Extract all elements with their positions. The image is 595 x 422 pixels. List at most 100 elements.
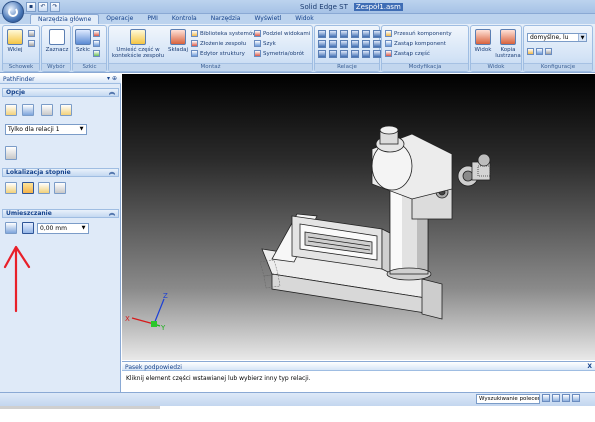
paste-button[interactable]: Wklej: [6, 29, 24, 53]
fixed-offset-button[interactable]: [5, 222, 17, 234]
undo-icon[interactable]: ↶: [38, 2, 48, 12]
dof-button-3[interactable]: [38, 182, 50, 194]
flip-button[interactable]: [5, 146, 17, 160]
replace-part-button[interactable]: Zastąp część: [385, 50, 430, 57]
dof-button-4[interactable]: [54, 182, 66, 194]
options-button-2[interactable]: [22, 104, 34, 116]
gear-icon[interactable]: [340, 40, 348, 48]
window-title: Solid Edge ST Zespół1.asm: [300, 3, 403, 11]
assemble-button[interactable]: Składaj: [167, 29, 189, 53]
assemble-label: Składaj: [168, 47, 188, 53]
fit-view-icon[interactable]: [552, 394, 560, 402]
axial-align-icon[interactable]: [340, 30, 348, 38]
chevron-down-icon: ▼: [578, 34, 586, 41]
relation-assistant-icon[interactable]: [373, 50, 381, 58]
group-modyfikacja: Przesuń komponenty Zastąp komponent Zast…: [381, 25, 469, 72]
column: [386, 183, 453, 281]
tab-widok[interactable]: Widok: [288, 14, 320, 24]
search-icon[interactable]: [542, 394, 550, 402]
group-label: Wybór: [42, 63, 70, 71]
paste-label: Wklej: [7, 47, 23, 53]
view-button[interactable]: Widok: [473, 29, 493, 53]
panel-title: PathFinder: [3, 76, 35, 83]
library-icon: [191, 30, 198, 37]
move-components-button[interactable]: Przesuń komponenty: [385, 30, 452, 37]
ground-icon[interactable]: [318, 50, 326, 58]
chevron-down-icon: ▼: [81, 225, 86, 231]
split-views-button[interactable]: Podziel widokami: [254, 30, 310, 37]
relations-grid: [318, 30, 382, 58]
group-label: Szkic: [73, 63, 106, 71]
redo-icon[interactable]: ↷: [50, 2, 60, 12]
select-label: Zaznacz: [45, 47, 69, 53]
pattern-label: Szyk: [263, 40, 276, 47]
options-button-4[interactable]: [60, 104, 72, 116]
command-search-input[interactable]: Wyszukiwanie poleceń: [476, 394, 540, 404]
dof-button-2[interactable]: [22, 182, 34, 194]
symmetry-label: Symetria/obrót: [263, 50, 305, 57]
manage-config-icon[interactable]: [536, 48, 543, 55]
tab-pmi[interactable]: PMI: [140, 14, 165, 24]
insert-icon[interactable]: [351, 30, 359, 38]
center-plane-icon[interactable]: [362, 40, 370, 48]
build-assembly-button[interactable]: Złożenie zespołu: [191, 40, 246, 47]
mirror-copy-button[interactable]: Kopia lustrzana: [495, 29, 521, 59]
parallel-icon[interactable]: [351, 40, 359, 48]
sketch-button[interactable]: Szkic: [75, 29, 91, 53]
select-button[interactable]: Zaznacz: [45, 29, 69, 53]
planar-align-icon[interactable]: [329, 30, 337, 38]
section-opcje-label: Opcje: [6, 89, 26, 96]
pin-icon[interactable]: ▾ ⊕: [107, 75, 117, 82]
delete-config-icon[interactable]: [545, 48, 552, 55]
application-menu-button[interactable]: [2, 1, 24, 23]
pattern-button[interactable]: Szyk: [254, 40, 276, 47]
tangent-icon[interactable]: [318, 40, 326, 48]
cut-icon: [28, 30, 35, 37]
save-icon[interactable]: ▪: [26, 2, 36, 12]
path-icon[interactable]: [329, 50, 337, 58]
structure-editor-button[interactable]: Edytor struktury: [191, 50, 245, 57]
angle-icon[interactable]: [373, 30, 381, 38]
sketch-tool-3[interactable]: [93, 50, 100, 57]
offset-input[interactable]: 0,00 mm ▼: [37, 223, 89, 234]
mirror-label-2: lustrzana: [495, 53, 521, 59]
sketch-tool-2[interactable]: [93, 40, 100, 47]
tab-wyswietl[interactable]: Wyświetl: [247, 14, 288, 24]
flash-fit-icon[interactable]: [351, 50, 359, 58]
cut-button[interactable]: [28, 30, 35, 37]
rotate-icon[interactable]: [572, 394, 580, 402]
offset-value: 0,00 mm: [40, 225, 67, 232]
pathfinder-panel: PathFinder ▾ ⊕ Opcje ︽ Tylko dla relacji …: [0, 74, 121, 406]
tab-narzedzia-glowne[interactable]: Narzędzia główne: [30, 14, 100, 24]
match-icon[interactable]: [340, 50, 348, 58]
save-config-icon[interactable]: [527, 48, 534, 55]
tab-operacje[interactable]: Operacje: [99, 14, 140, 24]
connect-icon[interactable]: [362, 30, 370, 38]
tab-narzedzia[interactable]: Narzędzia: [204, 14, 248, 24]
section-lokalizacja[interactable]: Lokalizacja stopnie ︽: [2, 168, 119, 177]
graphics-viewport[interactable]: Z X Y: [122, 74, 595, 360]
close-icon[interactable]: X: [587, 363, 592, 370]
dof-button-1[interactable]: [5, 182, 17, 194]
sketch-tool-1[interactable]: [93, 30, 100, 37]
options-button-1[interactable]: [5, 104, 17, 116]
relation-type-select[interactable]: Tylko dla relacji 1 ▼: [5, 124, 87, 135]
rigid-set-icon[interactable]: [373, 40, 381, 48]
zoom-icon[interactable]: [562, 394, 570, 402]
copy-button[interactable]: [28, 40, 35, 47]
library-button[interactable]: Biblioteka systemów: [191, 30, 257, 37]
relation-type-value: Tylko dla relacji 1: [8, 126, 60, 133]
cam-icon[interactable]: [329, 40, 337, 48]
show-relations-icon[interactable]: [362, 50, 370, 58]
group-konfiguracje: domyślne, lu ▼ Konfiguracje: [523, 25, 593, 72]
replace-component-button[interactable]: Zastąp komponent: [385, 40, 446, 47]
section-opcje[interactable]: Opcje ︽: [2, 88, 119, 97]
mate-icon[interactable]: [318, 30, 326, 38]
options-button-3[interactable]: [41, 104, 53, 116]
floating-offset-button[interactable]: [22, 222, 34, 234]
section-umieszczanie[interactable]: Umieszczanie ︽: [2, 209, 119, 218]
tab-kontrola[interactable]: Kontrola: [165, 14, 204, 24]
configuration-select[interactable]: domyślne, lu ▼: [527, 33, 587, 42]
place-part-in-context-button[interactable]: Umieść część w kontekście zespołu: [111, 29, 165, 59]
symmetry-button[interactable]: Symetria/obrót: [254, 50, 304, 57]
